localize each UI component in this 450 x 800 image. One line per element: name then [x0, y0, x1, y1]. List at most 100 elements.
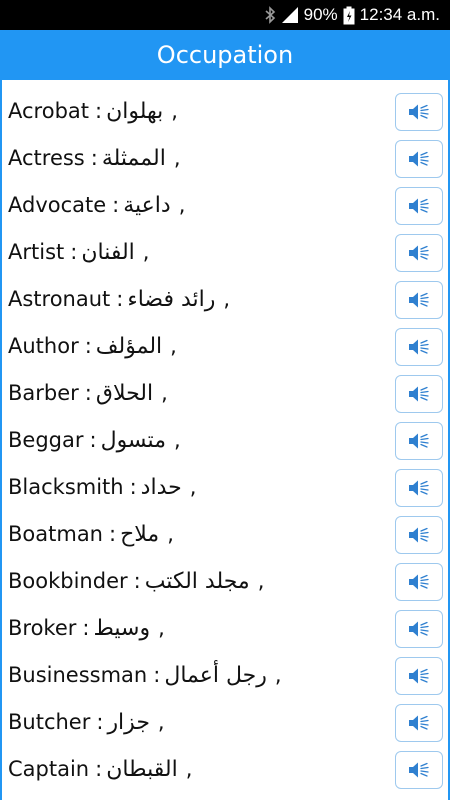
- separator: :: [89, 428, 97, 452]
- speak-button[interactable]: [395, 93, 443, 131]
- battery-percent: 90%: [303, 5, 338, 24]
- list-item: Broker : وسيط ,: [2, 604, 448, 651]
- speak-button[interactable]: [395, 281, 443, 319]
- arabic-word: بهلوان: [106, 98, 164, 124]
- speaker-icon: [406, 430, 432, 452]
- speak-button[interactable]: [395, 234, 443, 272]
- list-item: Acrobat : بهلوان ,: [2, 87, 448, 134]
- speaker-icon: [406, 383, 432, 405]
- separator: :: [84, 381, 92, 405]
- arabic-word: وسيط: [93, 615, 151, 641]
- speaker-icon: [406, 289, 432, 311]
- speak-button[interactable]: [395, 610, 443, 648]
- english-word: Bookbinder: [8, 569, 128, 593]
- arabic-word: رجل أعمال: [164, 662, 267, 688]
- speaker-icon: [406, 712, 432, 734]
- signal-icon: [281, 6, 299, 24]
- trailing-comma: ,: [167, 522, 174, 546]
- list-item: Butcher : جزار ,: [2, 698, 448, 745]
- word-pair: Acrobat : بهلوان ,: [8, 93, 178, 129]
- speaker-icon: [406, 759, 432, 781]
- speaker-icon: [406, 148, 432, 170]
- arabic-word: داعية: [123, 192, 171, 218]
- page-title: Occupation: [156, 41, 294, 69]
- word-pair: Bookbinder : مجلد الكتب ,: [8, 563, 264, 599]
- trailing-comma: ,: [189, 475, 197, 499]
- trailing-comma: ,: [178, 193, 186, 217]
- arabic-word: الممثلة: [101, 145, 166, 171]
- speak-button[interactable]: [395, 751, 443, 789]
- speaker-icon: [406, 242, 432, 264]
- english-word: Author: [8, 334, 79, 358]
- arabic-word: القبطان: [106, 756, 178, 782]
- word-pair: Artist : الفنان ,: [8, 234, 149, 270]
- separator: :: [95, 99, 103, 123]
- word-pair: Barber : الحلاق ,: [8, 375, 168, 411]
- trailing-comma: ,: [158, 616, 165, 640]
- list-item: Barber : الحلاق ,: [2, 369, 448, 416]
- speaker-icon: [406, 665, 432, 687]
- list-item: Author : المؤلف ,: [2, 322, 448, 369]
- english-word: Businessman: [8, 663, 148, 687]
- list-item: Businessman : رجل أعمال ,: [2, 651, 448, 698]
- arabic-word: المؤلف: [95, 333, 163, 359]
- word-pair: Advocate : داعية ,: [8, 187, 185, 223]
- separator: :: [133, 569, 141, 593]
- list-item: Boatman : ملاح ,: [2, 510, 448, 557]
- speak-button[interactable]: [395, 140, 443, 178]
- word-pair: Butcher : جزار ,: [8, 704, 165, 740]
- english-word: Captain: [8, 757, 90, 781]
- status-bar: 90% 12:34 a.m.: [0, 0, 450, 30]
- english-word: Advocate: [8, 193, 107, 217]
- english-word: Blacksmith: [8, 475, 124, 499]
- trailing-comma: ,: [170, 334, 177, 358]
- arabic-word: الحلاق: [95, 380, 154, 406]
- english-word: Barber: [8, 381, 79, 405]
- separator: :: [95, 757, 103, 781]
- separator: :: [112, 193, 120, 217]
- separator: :: [82, 616, 90, 640]
- trailing-comma: ,: [157, 710, 165, 734]
- speak-button[interactable]: [395, 563, 443, 601]
- speak-button[interactable]: [395, 187, 443, 225]
- list-item: Captain : القبطان ,: [2, 745, 448, 792]
- speak-button[interactable]: [395, 704, 443, 742]
- clock: 12:34 a.m.: [359, 5, 440, 24]
- speak-button[interactable]: [395, 328, 443, 366]
- english-word: Butcher: [8, 710, 91, 734]
- speak-button[interactable]: [395, 375, 443, 413]
- bluetooth-icon: [264, 6, 276, 24]
- list-item: Blacksmith : حداد ,: [2, 463, 448, 510]
- word-pair: Blacksmith : حداد ,: [8, 469, 196, 505]
- trailing-comma: ,: [142, 240, 150, 264]
- separator: :: [153, 663, 161, 687]
- trailing-comma: ,: [185, 757, 193, 781]
- english-word: Actress: [8, 146, 85, 170]
- trailing-comma: ,: [161, 381, 168, 405]
- word-pair: Actress : الممثلة ,: [8, 140, 181, 176]
- trailing-comma: ,: [173, 428, 181, 452]
- speaker-icon: [406, 618, 432, 640]
- speak-button[interactable]: [395, 657, 443, 695]
- speaker-icon: [406, 571, 432, 593]
- speaker-icon: [406, 101, 432, 123]
- arabic-word: جزار: [107, 709, 150, 735]
- speak-button[interactable]: [395, 516, 443, 554]
- separator: :: [116, 287, 124, 311]
- word-pair: Businessman : رجل أعمال ,: [8, 657, 282, 693]
- word-pair: Captain : القبطان ,: [8, 751, 192, 787]
- english-word: Beggar: [8, 428, 84, 452]
- speak-button[interactable]: [395, 422, 443, 460]
- occupation-list[interactable]: Acrobat : بهلوان , Actress : الممثلة , A…: [0, 80, 450, 800]
- separator: :: [109, 522, 117, 546]
- arabic-word: الفنان: [81, 239, 135, 265]
- speak-button[interactable]: [395, 469, 443, 507]
- list-item: Artist : الفنان ,: [2, 228, 448, 275]
- separator: :: [70, 240, 78, 264]
- trailing-comma: ,: [274, 663, 282, 687]
- separator: :: [129, 475, 137, 499]
- speaker-icon: [406, 524, 432, 546]
- trailing-comma: ,: [173, 146, 181, 170]
- list-item: Astronaut : رائد فضاء ,: [2, 275, 448, 322]
- app-bar: Occupation: [0, 30, 450, 80]
